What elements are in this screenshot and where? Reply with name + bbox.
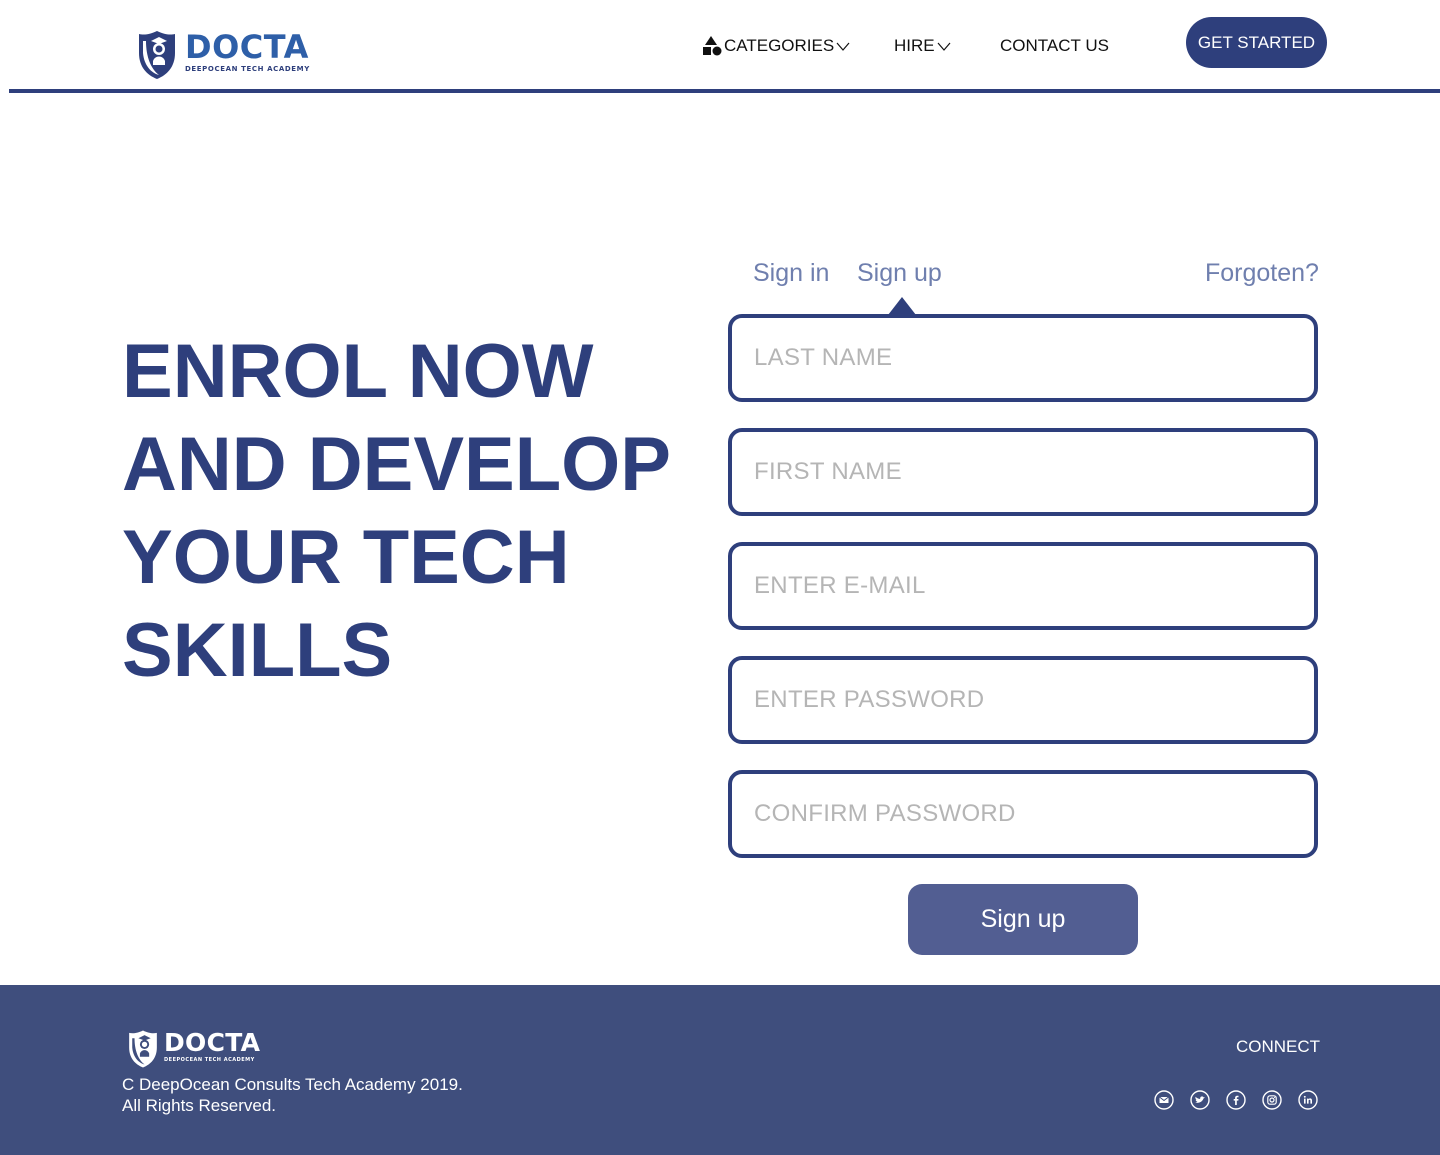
last-name-field[interactable]: LAST NAME [728, 314, 1318, 402]
password-field[interactable]: ENTER PASSWORD [728, 656, 1318, 744]
first-name-placeholder: FIRST NAME [754, 458, 902, 485]
connect-label: CONNECT [1236, 1037, 1321, 1056]
active-tab-indicator [888, 297, 916, 315]
password-placeholder: ENTER PASSWORD [754, 686, 985, 713]
tab-sign-in[interactable]: Sign in [753, 259, 829, 288]
sign-up-button[interactable]: Sign up [908, 884, 1138, 955]
chevron-down-icon [836, 42, 850, 51]
email-placeholder: ENTER E-MAIL [754, 572, 926, 599]
nav-hire[interactable]: HIRE [894, 36, 951, 56]
shield-graduate-icon [139, 31, 175, 79]
categories-icon [703, 36, 722, 56]
nav-contact-label: CONTACT US [1000, 36, 1109, 55]
footer-logo-word: DOCTA [164, 1028, 261, 1057]
first-name-field[interactable]: FIRST NAME [728, 428, 1318, 516]
email-field[interactable]: ENTER E-MAIL [728, 542, 1318, 630]
site-footer: DOCTA DEEPOCEAN TECH ACADEMY C DeepOcean… [0, 985, 1440, 1155]
instagram-icon[interactable] [1262, 1090, 1282, 1110]
shield-graduate-icon [129, 1030, 157, 1068]
nav-categories[interactable]: CATEGORIES [702, 36, 850, 56]
footer-logo-subtitle: DEEPOCEAN TECH ACADEMY [164, 1057, 255, 1063]
logo-subtitle: DEEPOCEAN TECH ACADEMY [185, 65, 310, 73]
confirm-password-placeholder: CONFIRM PASSWORD [754, 800, 1016, 827]
tab-sign-up[interactable]: Sign up [857, 259, 942, 288]
footer-logo[interactable]: DOCTA DEEPOCEAN TECH ACADEMY [127, 1029, 260, 1069]
email-icon[interactable] [1154, 1090, 1174, 1110]
forgotten-link[interactable]: Forgoten? [1205, 259, 1319, 288]
nav-contact-us[interactable]: CONTACT US [1000, 36, 1109, 56]
twitter-icon[interactable] [1190, 1090, 1210, 1110]
get-started-button[interactable]: GET STARTED [1186, 17, 1327, 68]
header-divider [9, 89, 1440, 93]
copyright: C DeepOcean Consults Tech Academy 2019. … [122, 1074, 463, 1116]
hero-line: ENROL NOW [122, 329, 594, 414]
logo-word: DOCTA [185, 28, 309, 66]
last-name-placeholder: LAST NAME [754, 344, 893, 371]
nav-categories-label: CATEGORIES [724, 36, 835, 55]
nav-hire-label: HIRE [894, 36, 935, 55]
logo[interactable]: DOCTA DEEPOCEAN TECH ACADEMY [137, 29, 310, 81]
hero-heading: ENROL NOW AND DEVELOP YOUR TECH SKILLS [122, 325, 682, 697]
confirm-password-field[interactable]: CONFIRM PASSWORD [728, 770, 1318, 858]
copyright-line: All Rights Reserved. [122, 1096, 277, 1115]
hero-line: SKILLS [122, 608, 393, 693]
hero-line: AND DEVELOP [122, 422, 671, 507]
linkedin-icon[interactable] [1298, 1090, 1318, 1110]
chevron-down-icon [937, 42, 951, 51]
copyright-line: C DeepOcean Consults Tech Academy 2019. [122, 1075, 463, 1094]
facebook-icon[interactable] [1226, 1090, 1246, 1110]
hero-line: YOUR TECH [122, 515, 570, 600]
site-header: DOCTA DEEPOCEAN TECH ACADEMY CATEGORIES … [0, 0, 1440, 95]
